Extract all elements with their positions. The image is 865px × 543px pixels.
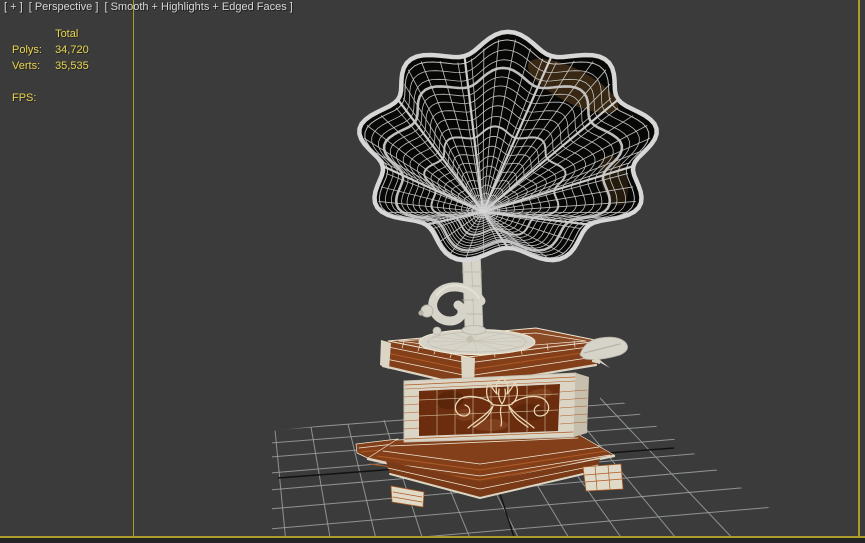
viewport-label: [ + ] [ Perspective ] [ Smooth + Highlig… [4, 1, 296, 13]
stats-polys-row: Polys: 34,720 [0, 42, 89, 58]
max-perspective-viewport[interactable]: [ + ] [ Perspective ] [ Smooth + Highlig… [0, 0, 865, 543]
bottom-frame-strip [0, 538, 865, 543]
stats-total-header: Total [55, 28, 79, 40]
statistics-overlay: Total Polys: 34,720 Verts: 35,535 FPS: [0, 26, 89, 106]
viewport-general-menu[interactable]: [ + ] [4, 1, 23, 13]
fps-label: FPS: [12, 92, 37, 104]
stats-fps-row: FPS: [0, 90, 89, 106]
horn [357, 29, 659, 263]
viewport-border-right [858, 0, 860, 538]
stats-verts-row: Verts: 35,535 [0, 58, 89, 74]
viewport-border-left [133, 0, 134, 538]
scene-canvas[interactable] [0, 0, 865, 543]
stats-header-row: Total [0, 26, 89, 42]
viewport-pov-menu[interactable]: [ Perspective ] [29, 1, 99, 13]
polys-value: 34,720 [55, 44, 89, 56]
verts-label: Verts: [12, 60, 41, 72]
verts-value: 35,535 [55, 60, 89, 72]
polys-label: Polys: [12, 44, 42, 56]
gramophone-model[interactable] [355, 29, 659, 508]
